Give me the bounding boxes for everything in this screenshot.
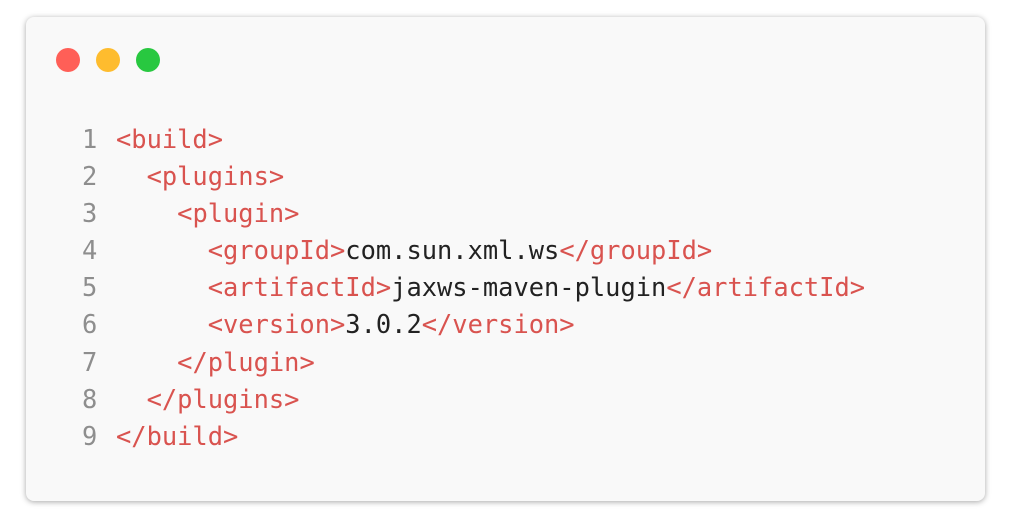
line-number: 9 <box>82 420 98 451</box>
line-number: 4 <box>82 235 98 266</box>
open-tag: <groupId> <box>207 235 346 266</box>
open-tag: <build> <box>116 124 224 154</box>
open-tag: </build> <box>116 420 239 451</box>
line-number: 5 <box>82 272 98 303</box>
code-line: 5 <artifactId> jaxws-maven-plugin </artifa… <box>82 269 865 306</box>
close-tag: </version> <box>421 309 575 340</box>
close-tag: </groupId> <box>559 235 713 266</box>
open-tag: </plugins> <box>146 383 300 414</box>
line-number: 7 <box>82 346 98 377</box>
code-line: 8 </plugins> <box>82 381 865 418</box>
element-text: com.sun.xml.ws <box>345 235 560 266</box>
open-tag: <artifactId> <box>207 272 392 303</box>
line-number: 1 <box>82 124 98 154</box>
code-line: 9 </build> <box>82 418 865 455</box>
line-number: 2 <box>82 161 98 192</box>
maximize-dot-icon[interactable] <box>136 48 160 72</box>
element-text: jaxws-maven-plugin <box>391 272 667 303</box>
code-block: 1 <build> 2 <plugins> 3 <plugin> 4 <group… <box>82 121 865 455</box>
close-tag: </artifactId> <box>666 272 866 303</box>
window-controls <box>56 48 160 72</box>
line-number: 8 <box>82 383 98 414</box>
code-line: 2 <plugins> <box>82 158 865 195</box>
close-dot-icon[interactable] <box>56 48 80 72</box>
element-text: 3.0.2 <box>345 309 422 340</box>
line-number: 6 <box>82 309 98 340</box>
open-tag: <plugin> <box>177 198 300 229</box>
code-line: 4 <groupId> com.sun.xml.ws </groupId> <box>82 232 865 269</box>
code-window: 1 <build> 2 <plugins> 3 <plugin> 4 <group… <box>26 17 985 501</box>
open-tag: </plugin> <box>177 346 315 377</box>
minimize-dot-icon[interactable] <box>96 48 120 72</box>
code-line: 6 <version> 3.0.2 </version> <box>82 306 865 343</box>
open-tag: <version> <box>207 309 346 340</box>
line-number: 3 <box>82 198 98 229</box>
code-line: 1 <build> <box>82 121 865 158</box>
code-line: 3 <plugin> <box>82 195 865 232</box>
code-line: 7 </plugin> <box>82 344 865 381</box>
open-tag: <plugins> <box>146 161 285 192</box>
